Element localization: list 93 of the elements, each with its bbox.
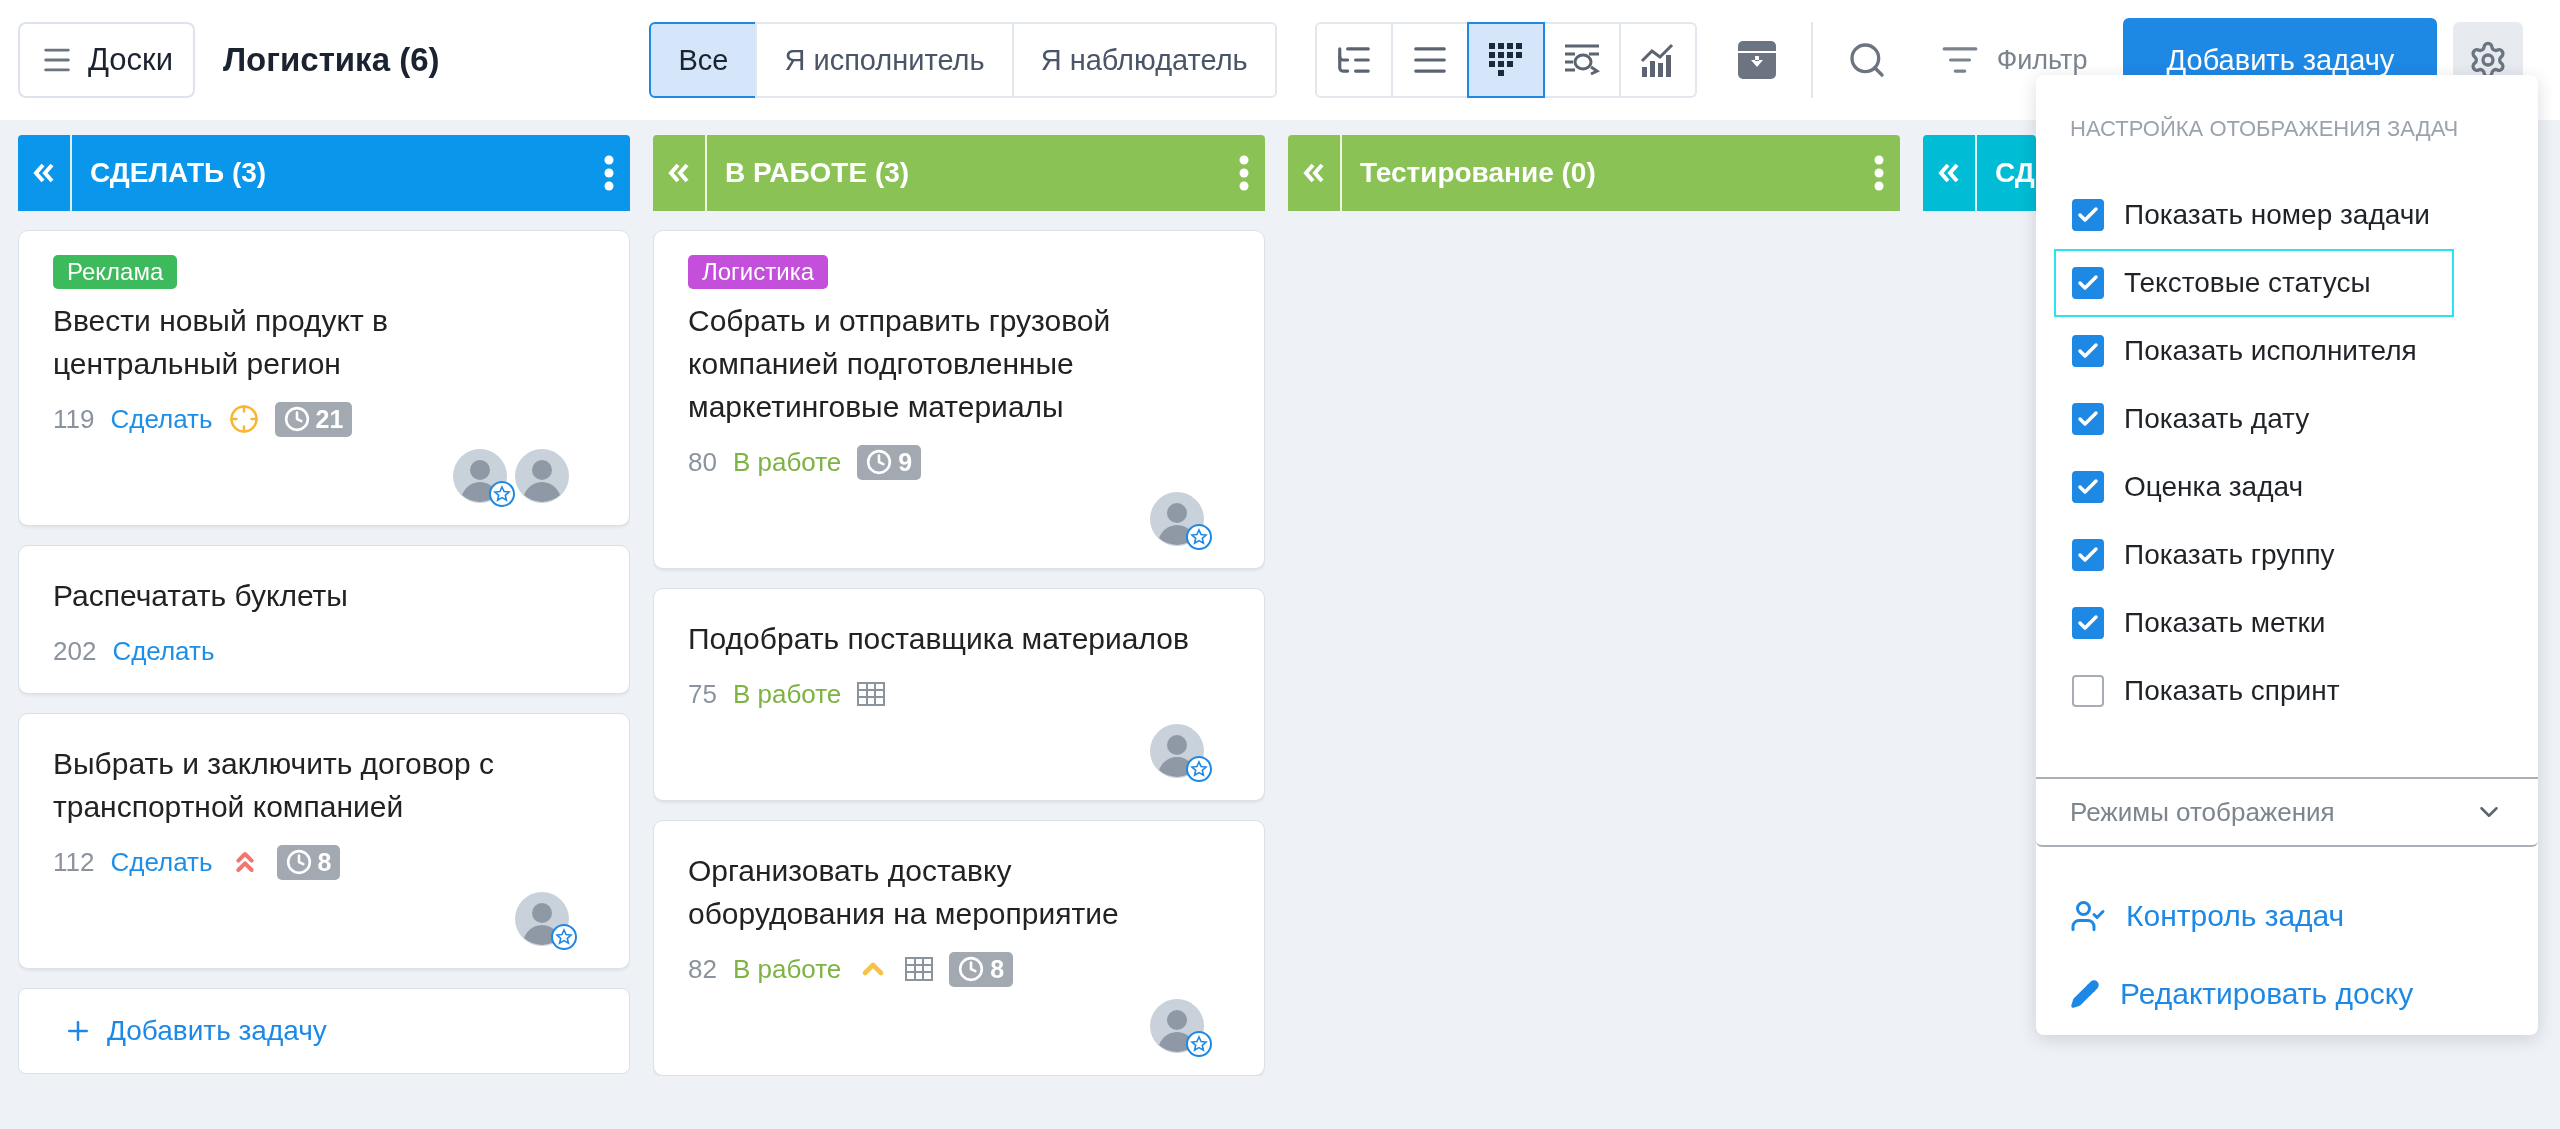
boards-button[interactable]: Доски xyxy=(18,22,195,98)
timeline-icon xyxy=(1562,43,1601,77)
settings-option[interactable]: Показать метки xyxy=(2054,589,2454,657)
task-title: Распечатать буклеты xyxy=(53,578,349,614)
option-label: Показать группу xyxy=(2124,539,2335,571)
option-label: Оценка задач xyxy=(2124,471,2304,503)
star-badge-icon xyxy=(489,481,515,507)
task-number: 75 xyxy=(688,678,717,710)
task-card[interactable]: Организовать доставку оборудования на мероприятие 82 В работе 8 xyxy=(653,820,1265,1076)
clock-icon xyxy=(285,849,312,875)
time-estimate-badge: 21 xyxy=(274,401,353,437)
task-tag: Реклама xyxy=(53,255,178,289)
board-title: Логистика (6) xyxy=(222,41,440,79)
clock-icon xyxy=(958,956,985,982)
menu-link[interactable]: Редактировать доску xyxy=(2120,977,2414,1011)
task-number: 202 xyxy=(53,635,97,667)
task-number: 82 xyxy=(688,953,717,985)
task-card[interactable]: Распечатать буклеты 202 Сделать xyxy=(18,545,630,694)
filter-tab[interactable]: Все xyxy=(649,22,758,98)
task-title: Ввести новый продукт в центральный регион xyxy=(53,303,389,382)
checkbox[interactable] xyxy=(2072,607,2104,639)
time-estimate-badge: 8 xyxy=(949,951,1014,987)
task-status: Сделать xyxy=(110,403,213,435)
kanban-icon xyxy=(1488,43,1523,77)
task-card[interactable]: Реклама Ввести новый продукт в центральный регион 119 Сделать 21 xyxy=(18,230,630,526)
column-title: В РАБОТЕ (3) xyxy=(725,157,911,189)
star-badge-icon xyxy=(1186,1031,1212,1057)
menu-heading: НАСТРОЙКА ОТОБРАЖЕНИЯ ЗАДАЧ xyxy=(2069,115,2460,143)
kebab-icon xyxy=(1239,155,1249,191)
settings-option[interactable]: Показать исполнителя xyxy=(2054,317,2454,385)
kebab-icon xyxy=(1874,155,1884,191)
settings-option[interactable]: Показать группу xyxy=(2054,521,2454,589)
task-status: Сделать xyxy=(110,846,213,878)
option-label: Показать метки xyxy=(2124,607,2326,639)
checkbox[interactable] xyxy=(2072,199,2104,231)
display-modes-toggle[interactable]: Режимы отображения xyxy=(2036,777,2538,847)
settings-option[interactable]: Показать дату xyxy=(2054,385,2454,453)
column-title: СДЕЛАТЬ (3) xyxy=(90,157,268,189)
menu-link[interactable]: Контроль задач xyxy=(2126,899,2345,933)
double-chevron-icon xyxy=(1303,163,1325,183)
kebab-icon xyxy=(604,155,614,191)
option-label: Показать исполнителя xyxy=(2124,335,2417,367)
task-card[interactable]: Логистика Собрать и отправить грузовой компанией подготовленные маркетинговые материалы 80 В работе 9 xyxy=(653,230,1265,569)
checkbox[interactable] xyxy=(2072,675,2104,707)
option-label: Показать спринт xyxy=(2124,675,2340,707)
checkbox[interactable] xyxy=(2072,471,2104,503)
checkbox[interactable] xyxy=(2072,403,2104,435)
settings-option[interactable]: Показать номер задачи xyxy=(2054,181,2454,249)
task-number: 112 xyxy=(53,846,95,878)
task-status: В работе xyxy=(732,446,842,478)
star-badge-icon xyxy=(551,924,577,950)
task-title: Подобрать поставщика материалов xyxy=(688,621,1190,657)
task-tag: Логистика xyxy=(688,255,829,289)
task-card[interactable]: Подобрать поставщика материалов 75 В работе xyxy=(653,588,1265,801)
column-title: Тестирование (0) xyxy=(1360,157,1597,189)
time-estimate-badge: 9 xyxy=(857,444,922,480)
checkbox[interactable] xyxy=(2072,539,2104,571)
filter-tab[interactable]: Я наблюдатель xyxy=(1011,22,1277,98)
task-title: Собрать и отправить грузовой компанией подготовленные маркетинговые материалы xyxy=(688,303,1112,425)
checkbox[interactable] xyxy=(2072,335,2104,367)
task-card[interactable]: Выбрать и заключить договор с транспортной компанией 112 Сделать 8 xyxy=(18,713,630,969)
filter-tab[interactable]: Я исполнитель xyxy=(755,22,1014,98)
clock-icon xyxy=(866,449,893,475)
star-badge-icon xyxy=(1186,524,1212,550)
add-task-link[interactable]: Добавить задачу xyxy=(18,988,630,1074)
clock-icon xyxy=(283,406,310,432)
task-number: 80 xyxy=(688,446,717,478)
view-mode-button[interactable] xyxy=(1466,22,1545,98)
double-chevron-icon xyxy=(668,163,690,183)
option-label: Показать дату xyxy=(2124,403,2310,435)
filter-button[interactable]: Фильтр xyxy=(1934,40,2094,80)
checkbox[interactable] xyxy=(2072,267,2104,299)
settings-option[interactable]: Показать спринт xyxy=(2054,657,2454,725)
time-estimate-badge: 8 xyxy=(276,844,341,880)
task-title: Выбрать и заключить договор с транспортной компанией xyxy=(53,746,496,825)
option-label: Текстовые статусы xyxy=(2124,267,2371,299)
bar-chart-icon xyxy=(1639,43,1676,77)
task-title: Организовать доставку оборудования на мероприятие xyxy=(688,853,1120,932)
user-check-icon xyxy=(2070,898,2106,934)
task-number: 119 xyxy=(53,403,95,435)
double-chevron-icon xyxy=(33,163,55,183)
double-chevron-icon xyxy=(1938,163,1960,183)
task-status: В работе xyxy=(732,678,842,710)
star-badge-icon xyxy=(1186,756,1212,782)
task-status: Сделать xyxy=(112,635,215,667)
task-status: В работе xyxy=(732,953,842,985)
settings-option[interactable]: Оценка задач xyxy=(2054,453,2454,521)
column-title: СД xyxy=(1995,157,2036,189)
archive-icon xyxy=(1736,40,1777,80)
pencil-icon xyxy=(2070,979,2100,1009)
avatar xyxy=(515,449,569,503)
option-label: Показать номер задачи xyxy=(2124,199,2430,231)
settings-option[interactable]: Текстовые статусы xyxy=(2054,249,2454,317)
